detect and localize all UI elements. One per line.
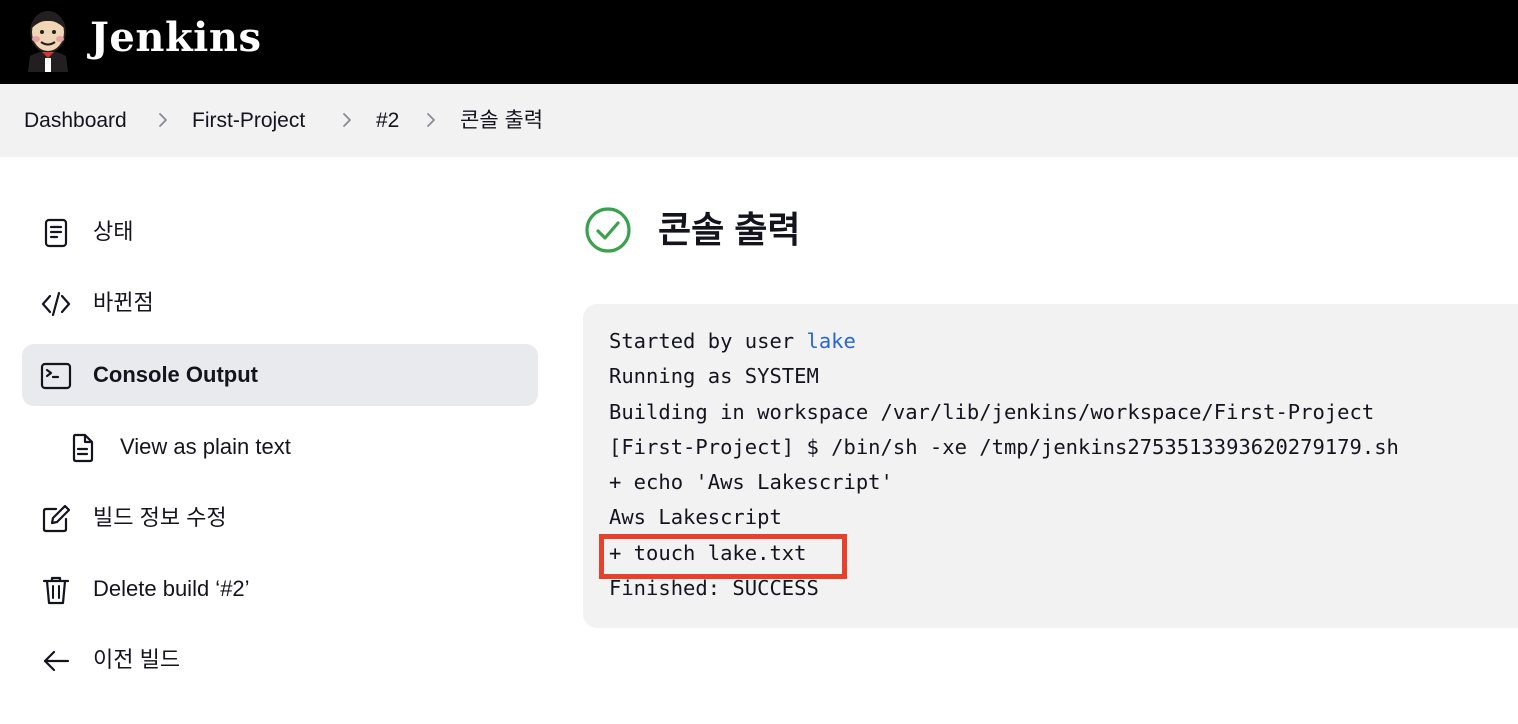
sidebar-item-delete-build[interactable]: Delete build ‘#2’ <box>22 558 538 620</box>
sidebar-item-label: 바뀐점 <box>93 290 154 315</box>
terminal-icon <box>40 362 72 390</box>
chevron-right-icon <box>343 113 351 127</box>
top-header: Jenkins <box>0 0 1518 84</box>
console-line: Building in workspace /var/lib/jenkins/w… <box>609 399 1375 424</box>
console-line: Started by user lake <box>609 324 1399 359</box>
jenkins-logo-icon[interactable] <box>22 6 74 72</box>
console-line: [First-Project] $ /bin/sh -xe /tmp/jenki… <box>609 434 1399 459</box>
edit-icon <box>42 504 71 533</box>
breadcrumb-project[interactable]: First-Project <box>192 84 305 157</box>
file-text-icon <box>72 433 94 463</box>
code-icon <box>41 291 71 317</box>
console-line: Aws Lakescript <box>609 505 782 530</box>
sidebar-item-view-plain-text[interactable]: View as plain text <box>22 416 538 478</box>
chevron-right-icon <box>159 113 167 127</box>
sidebar-item-label: 빌드 정보 수정 <box>93 505 227 530</box>
arrow-left-icon <box>43 650 70 672</box>
sidebar-item-changes[interactable]: 바뀐점 <box>22 272 538 334</box>
document-icon <box>44 218 68 248</box>
brand-title[interactable]: Jenkins <box>90 12 261 64</box>
console-line: + touch lake.txt <box>609 540 807 565</box>
breadcrumb-build[interactable]: #2 <box>376 84 399 157</box>
sidebar-item-previous-build[interactable]: 이전 빌드 <box>22 629 538 691</box>
console-line: Finished: SUCCESS <box>609 576 819 601</box>
user-link[interactable]: lake <box>806 329 855 353</box>
success-check-icon <box>585 207 631 253</box>
sidebar-item-label: Delete build ‘#2’ <box>93 576 250 601</box>
console-line: + echo 'Aws Lakescript' <box>609 470 893 495</box>
sidebar-item-label: 상태 <box>93 219 134 244</box>
chevron-right-icon <box>427 113 435 127</box>
breadcrumb: Dashboard First-Project #2 콘솔 출력 <box>0 84 1518 157</box>
sidebar-item-label: Console Output <box>93 362 258 387</box>
breadcrumb-dashboard[interactable]: Dashboard <box>24 84 127 157</box>
console-output-panel: Started by user lake Running as SYSTEM B… <box>583 304 1518 628</box>
console-lines: Started by user lake Running as SYSTEM B… <box>609 324 1399 606</box>
page-title: 콘솔 출력 <box>658 209 801 250</box>
breadcrumb-console[interactable]: 콘솔 출력 <box>460 84 543 157</box>
sidebar-item-label: 이전 빌드 <box>93 647 181 672</box>
sidebar-item-status[interactable]: 상태 <box>22 201 538 263</box>
console-line: Running as SYSTEM <box>609 364 819 389</box>
trash-icon <box>42 576 70 605</box>
sidebar-item-console-output[interactable]: Console Output <box>22 344 538 406</box>
console-started-text: Started by user <box>609 329 807 353</box>
sidebar-item-label: View as plain text <box>120 434 291 459</box>
sidebar-item-edit-build-info[interactable]: 빌드 정보 수정 <box>22 487 538 549</box>
